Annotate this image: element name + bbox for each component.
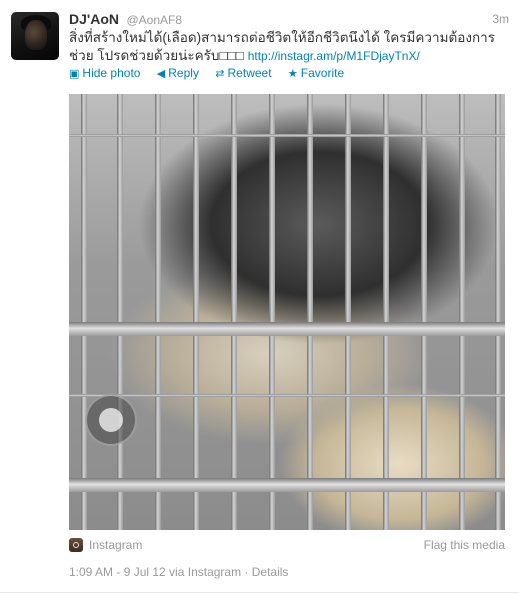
cage-bar [459,94,465,530]
cage-bar [383,94,389,530]
cage-bar [269,94,275,530]
hide-photo-label: Hide photo [82,66,141,80]
cage-bar [421,94,427,530]
tweet-time[interactable]: 3m [492,12,509,26]
reply-button[interactable]: ◀ Reply [157,66,199,80]
reply-label: Reply [168,66,199,80]
cage-crossbar [69,134,505,137]
tweet-actions: ▣ Hide photo ◀ Reply ⇄ Retweet ★ Favorite [69,66,357,82]
tweet-photo[interactable] [69,94,505,530]
flag-media-link[interactable]: Flag this media [424,538,505,552]
cage-bar [495,94,501,530]
cage-bar [155,94,161,530]
cage-rail [69,478,505,492]
tweet-link[interactable]: http://instagr.am/p/M1FDjayTnX/ [248,49,420,63]
avatar-face [25,20,47,50]
photo-icon: ▣ [69,68,80,80]
media-source-label: Instagram [89,538,143,552]
assistive-touch-icon [85,394,137,446]
star-icon: ★ [287,68,298,80]
hide-photo-button[interactable]: ▣ Hide photo [69,66,140,80]
cage-crossbar [69,394,505,397]
retweet-button[interactable]: ⇄ Retweet [215,66,271,80]
cage-rail [69,322,505,336]
tweet: DJ'AoN @AonAF8 3m สิ่งที่สร้างใหม่ได้(เล… [0,0,519,593]
retweet-label: Retweet [227,66,272,80]
tweet-text: สิ่งที่สร้างใหม่ได้(เลือด)สามารถต่อชีวิต… [69,29,509,65]
favorite-label: Favorite [300,66,345,80]
cage-bar [345,94,351,530]
media-source[interactable]: Instagram [69,538,142,556]
cage-bar [117,94,123,530]
retweet-icon: ⇄ [215,68,225,80]
instagram-icon [69,538,83,552]
author-name[interactable]: DJ'AoN [69,11,119,27]
author-handle[interactable]: @AonAF8 [126,13,182,27]
cage-bar [193,94,199,530]
tweet-meta[interactable]: 1:09 AM - 9 Jul 12 via Instagram · Detai… [69,565,288,579]
cage-bar [231,94,237,530]
tweet-header: DJ'AoN @AonAF8 3m [69,11,509,29]
avatar[interactable] [11,12,59,60]
favorite-button[interactable]: ★ Favorite [288,66,344,80]
reply-arrow-icon: ◀ [156,68,166,80]
cage-bar [81,94,87,530]
cage-bar [307,94,313,530]
